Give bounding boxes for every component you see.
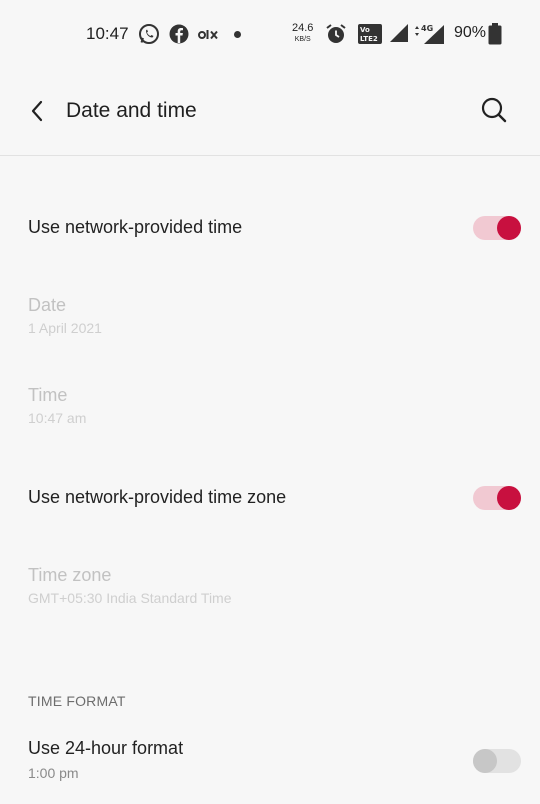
- search-icon: [481, 97, 507, 123]
- page-title: Date and time: [66, 99, 197, 122]
- network-speed: 24.6 KB/S: [292, 23, 313, 45]
- network-zone-row[interactable]: Use network-provided time zone: [0, 460, 540, 536]
- format-24h-row[interactable]: Use 24-hour format 1:00 pm: [0, 724, 540, 794]
- time-zone-label: Time zone: [28, 565, 112, 585]
- svg-text:LTE2: LTE2: [360, 35, 378, 43]
- network-speed-unit: KB/S: [294, 36, 311, 43]
- time-value: 10:47 am: [28, 410, 87, 426]
- back-button[interactable]: [22, 96, 52, 126]
- network-time-label: Use network-provided time: [28, 217, 243, 237]
- format-24h-example: 1:00 pm: [28, 765, 79, 781]
- toggle-thumb: [497, 486, 521, 510]
- time-label: Time: [28, 385, 68, 405]
- status-bar: 10:47 24.6 KB/S Vo LTE2 4G 90%: [0, 0, 540, 68]
- time-zone-value: GMT+05:30 India Standard Time: [28, 590, 232, 606]
- battery-percent: 90%: [454, 24, 487, 41]
- date-row[interactable]: Date 1 April 2021: [0, 282, 540, 352]
- section-header-time-format: TIME FORMAT: [28, 693, 126, 709]
- date-value: 1 April 2021: [28, 320, 102, 336]
- network-zone-label: Use network-provided time zone: [28, 487, 287, 507]
- network-speed-value: 24.6: [292, 22, 314, 34]
- date-time-settings-screen: 10:47 24.6 KB/S Vo LTE2 4G 90% Date and …: [0, 0, 540, 804]
- svg-text:Vo: Vo: [360, 26, 370, 34]
- format-24h-toggle[interactable]: [473, 749, 521, 773]
- format-24h-label: Use 24-hour format: [28, 738, 184, 758]
- svg-text:4G: 4G: [421, 24, 433, 33]
- signal-icon: [389, 23, 409, 48]
- network-time-toggle[interactable]: [473, 216, 521, 240]
- olx-icon: [198, 27, 220, 47]
- toggle-thumb: [497, 216, 521, 240]
- volte-lte-icon: Vo LTE2: [357, 23, 383, 50]
- toggle-thumb: [473, 749, 497, 773]
- network-zone-toggle[interactable]: [473, 486, 521, 510]
- date-label: Date: [28, 295, 67, 315]
- network-time-row[interactable]: Use network-provided time: [0, 190, 540, 266]
- dot-icon: [234, 31, 241, 38]
- whatsapp-icon: [138, 23, 160, 50]
- time-zone-row[interactable]: Time zone GMT+05:30 India Standard Time: [0, 552, 540, 622]
- battery-icon: [488, 23, 502, 50]
- back-arrow-icon: [31, 100, 43, 122]
- alarm-icon: [325, 23, 347, 50]
- 4g-signal-icon: 4G: [413, 23, 445, 50]
- app-bar: Date and time: [0, 68, 540, 155]
- header-divider: [0, 155, 540, 156]
- time-row[interactable]: Time 10:47 am: [0, 372, 540, 442]
- search-button[interactable]: [478, 94, 510, 126]
- status-time: 10:47: [86, 24, 129, 43]
- facebook-icon: [168, 23, 190, 50]
